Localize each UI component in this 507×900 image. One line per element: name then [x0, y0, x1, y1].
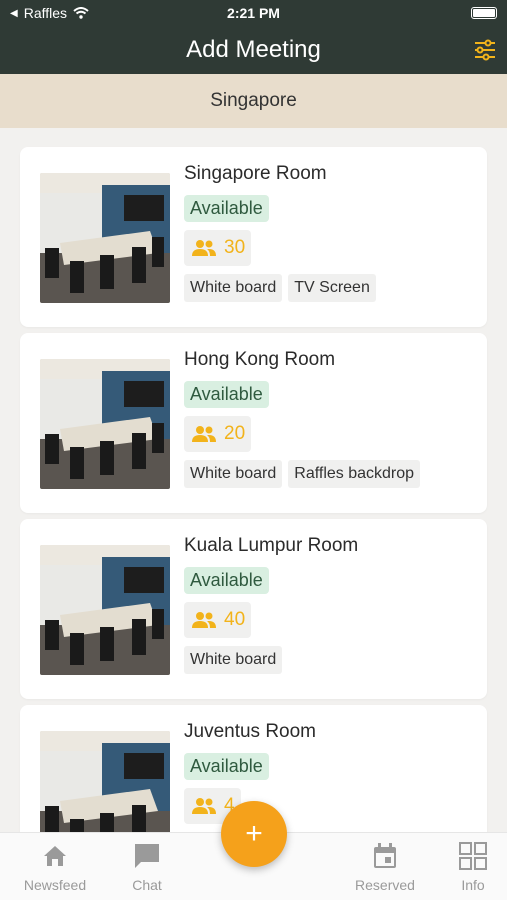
nav-label: Newsfeed	[23, 877, 87, 893]
location-header[interactable]: Singapore	[0, 74, 507, 128]
room-list: Singapore Room Available 30 White board …	[20, 147, 487, 891]
add-meeting-button[interactable]: +	[221, 801, 287, 867]
nav-label: Reserved	[355, 877, 415, 893]
clock: 2:21 PM	[227, 5, 280, 21]
amenity-tag: TV Screen	[288, 274, 376, 302]
plus-icon: +	[245, 817, 263, 850]
people-icon	[192, 612, 216, 628]
amenity-tag: White board	[184, 274, 283, 302]
nav-reserved[interactable]: Reserved	[340, 841, 430, 893]
room-name: Singapore Room	[184, 163, 327, 184]
page-title: Add Meeting	[186, 36, 321, 63]
calendar-icon	[374, 843, 396, 868]
room-name: Hong Kong Room	[184, 349, 336, 370]
status-badge: Available	[184, 753, 269, 780]
grid-icon	[459, 842, 487, 870]
nav-label: Chat	[132, 877, 162, 893]
capacity-chip: 30	[184, 230, 252, 266]
people-icon	[192, 798, 216, 814]
people-icon	[192, 240, 216, 256]
capacity-value: 20	[224, 423, 246, 444]
room-name: Kuala Lumpur Room	[184, 535, 359, 556]
chat-icon	[135, 844, 159, 868]
filter-settings-icon[interactable]	[473, 38, 497, 62]
room-photo	[40, 173, 170, 303]
room-card[interactable]: Singapore Room Available 30 White board …	[20, 147, 487, 327]
room-card[interactable]: Hong Kong Room Available 20 White board …	[20, 333, 487, 513]
amenity-tag: Raffles backdrop	[288, 460, 421, 488]
amenity-tag: White board	[184, 460, 283, 488]
home-icon	[44, 846, 66, 866]
nav-label: Info	[461, 877, 485, 893]
nav-newsfeed[interactable]: Newsfeed	[10, 841, 100, 893]
status-bar: ◀ Raffles 2:21 PM	[0, 5, 507, 23]
amenity-tag: White board	[184, 646, 283, 674]
room-card[interactable]: Kuala Lumpur Room Available 40 White boa…	[20, 519, 487, 699]
nav-info[interactable]: Info	[428, 841, 507, 893]
nav-chat[interactable]: Chat	[102, 841, 192, 893]
status-badge: Available	[184, 567, 269, 594]
status-badge: Available	[184, 195, 269, 222]
top-bar: ◀ Raffles 2:21 PM Add Meeting	[0, 0, 507, 74]
location-label: Singapore	[210, 90, 297, 111]
people-icon	[192, 426, 216, 442]
battery-icon	[471, 7, 497, 19]
capacity-value: 30	[224, 237, 246, 258]
capacity-value: 40	[224, 609, 246, 630]
room-name: Juventus Room	[184, 721, 317, 742]
capacity-chip: 20	[184, 416, 252, 452]
room-photo	[40, 545, 170, 675]
capacity-chip: 40	[184, 602, 252, 638]
room-photo	[40, 359, 170, 489]
status-badge: Available	[184, 381, 269, 408]
